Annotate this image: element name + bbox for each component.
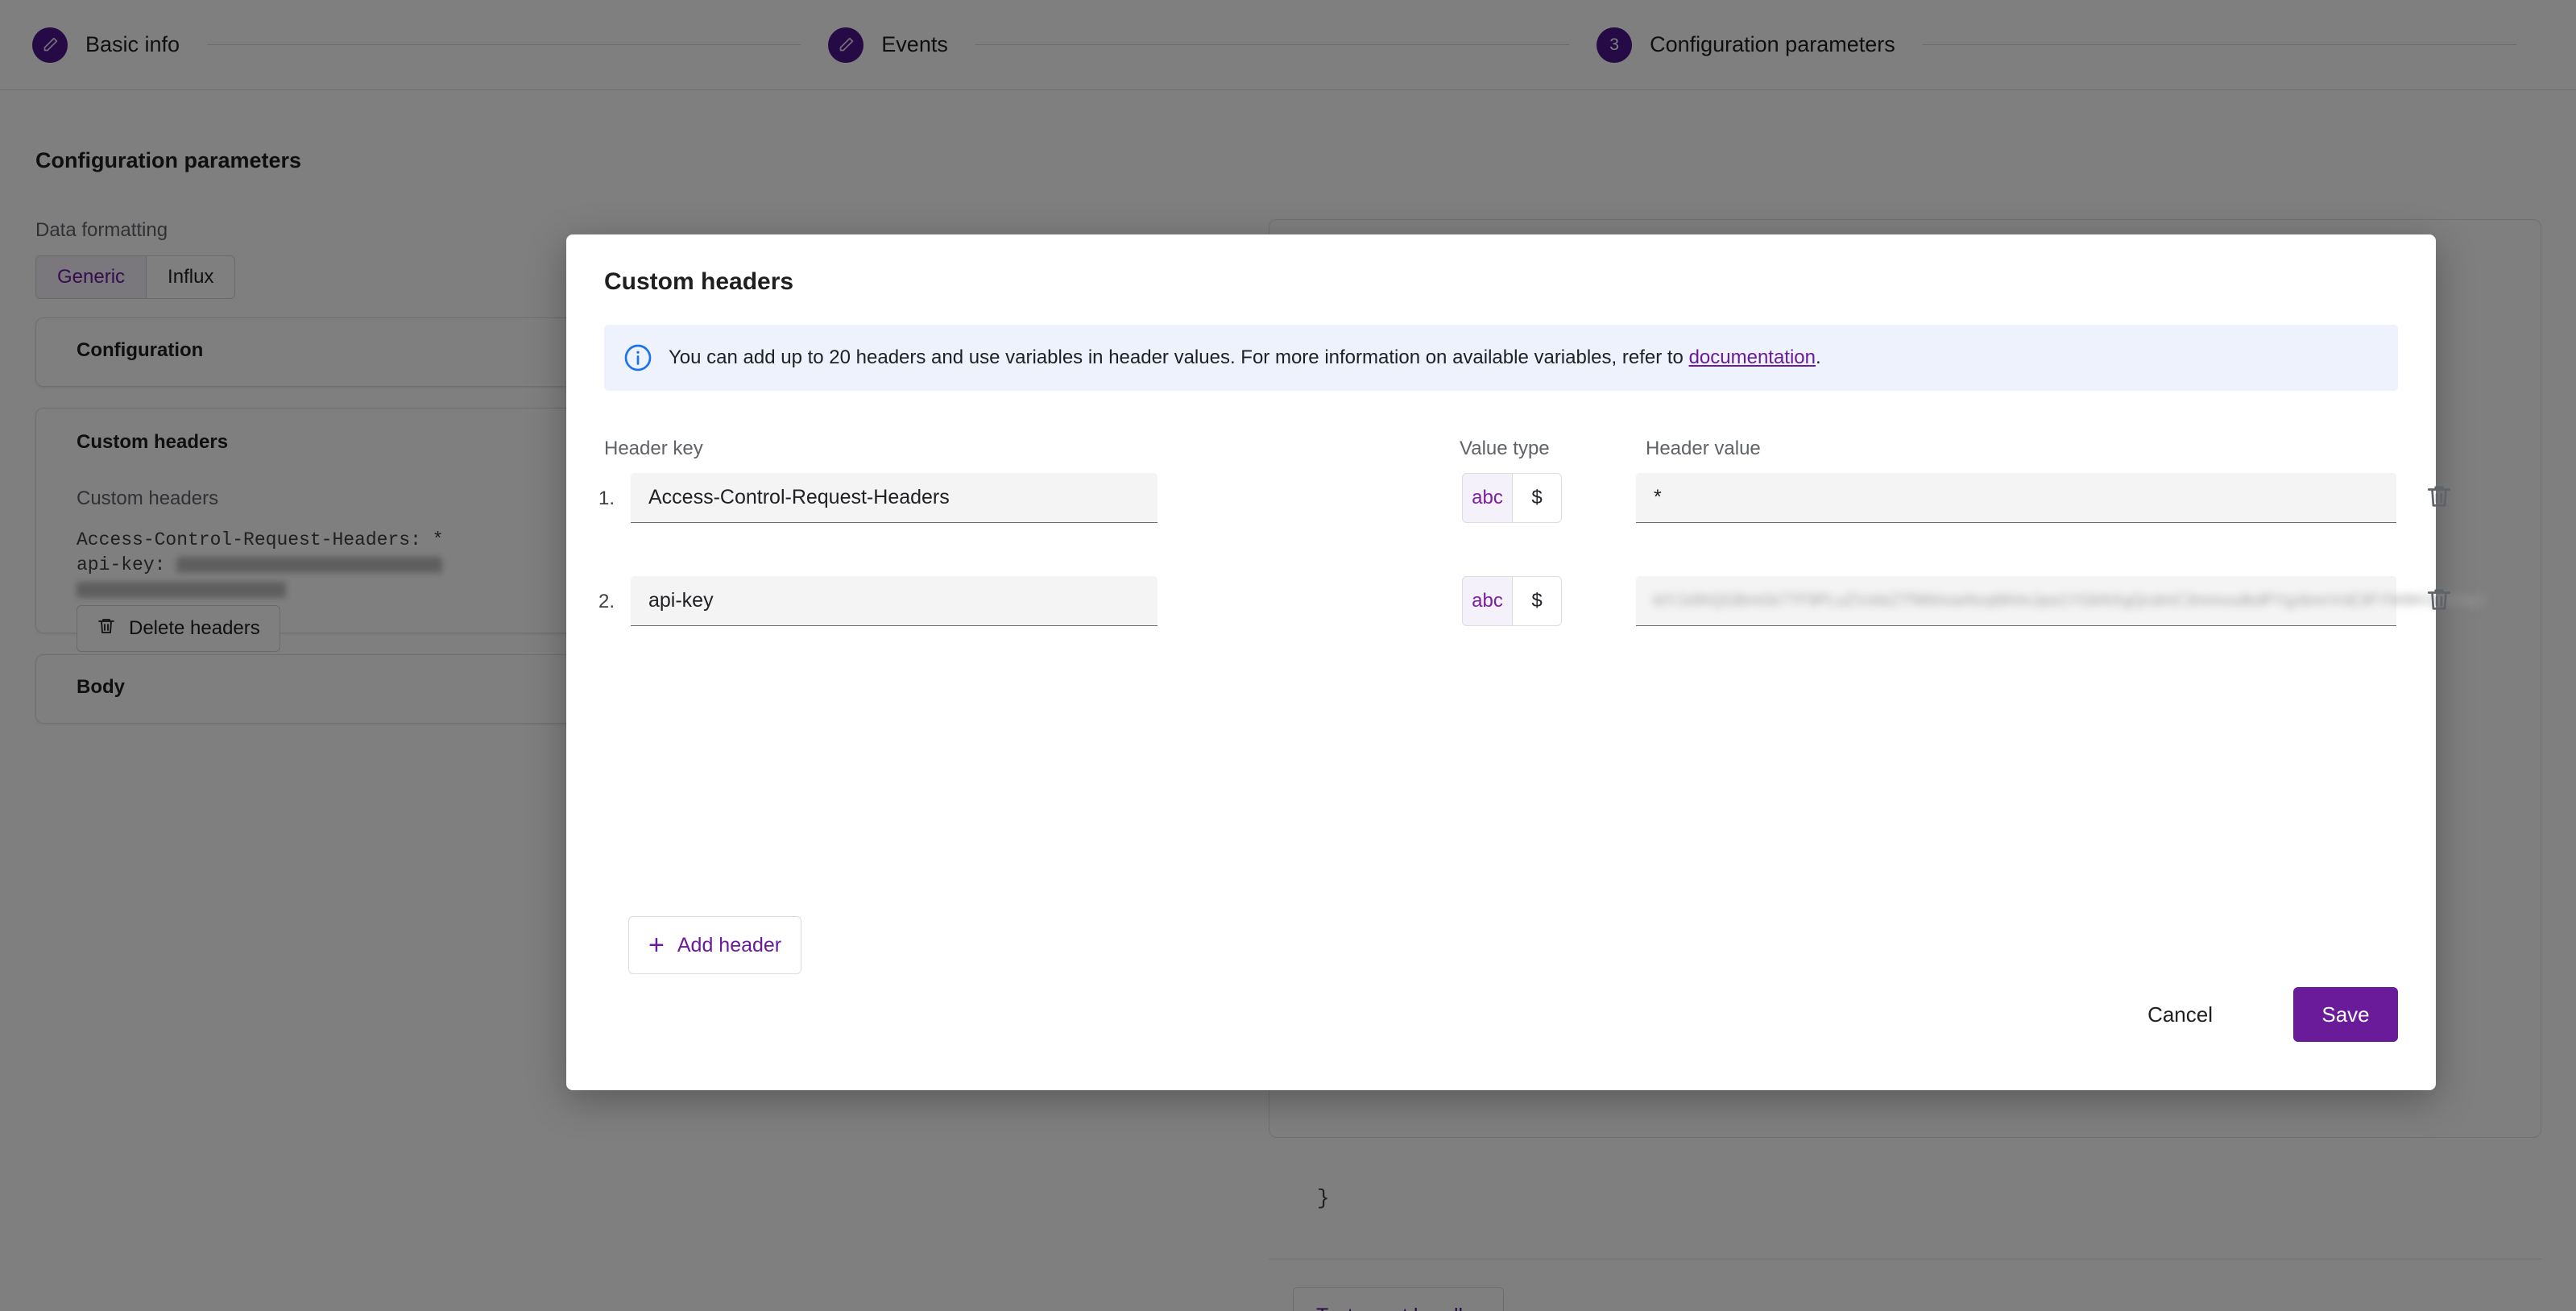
- info-icon: [623, 343, 652, 372]
- step-connector-3: [1922, 44, 2516, 45]
- custom-headers-dialog: Custom headers You can add up to 20 head…: [566, 234, 2485, 1090]
- documentation-link[interactable]: documentation: [1689, 346, 1816, 368]
- json-closing-brace: }: [1317, 1186, 1330, 1210]
- body-card-title: Body: [77, 676, 125, 698]
- data-formatting-label: Data formatting: [35, 219, 168, 241]
- info-text-before: You can add up to 20 headers and use var…: [669, 346, 1689, 368]
- page-title: Configuration parameters: [35, 148, 302, 172]
- step-events[interactable]: Events: [828, 27, 948, 63]
- row-index: 1.: [598, 487, 615, 509]
- step-events-label: Events: [881, 32, 948, 56]
- page-root: Configuration parameters Data formatting…: [0, 0, 2576, 1311]
- delete-row-button[interactable]: [2419, 581, 2459, 621]
- header-row: 2. api-key abc $ ktYJz6hQGBmGk7TF9PLuZVz…: [566, 576, 2485, 626]
- dialog-footer: Cancel Save: [566, 982, 2436, 1047]
- header-rows: 1. Access-Control-Request-Headers abc $ …: [566, 473, 2485, 679]
- column-header-value-type: Value type: [1460, 438, 1550, 459]
- value-type-variable-option[interactable]: $: [1512, 576, 1562, 626]
- header-key-input[interactable]: Access-Control-Request-Headers: [631, 473, 1158, 523]
- plus-icon: +: [648, 930, 665, 960]
- delete-headers-button[interactable]: Delete headers: [77, 605, 280, 652]
- step-basic-info[interactable]: Basic info: [32, 27, 180, 63]
- trash-icon: [97, 616, 116, 641]
- header-key-input[interactable]: api-key: [631, 576, 1158, 626]
- header-value-input[interactable]: ktYJz6hQGBmGk7TF9PLuZVzkkZTfWkhswNvqMHmJ…: [1636, 576, 2485, 626]
- pencil-icon: [838, 36, 855, 53]
- dialog-title: Custom headers: [604, 268, 794, 295]
- header-row: 1. Access-Control-Request-Headers abc $ …: [566, 473, 2451, 523]
- step-basic-info-circle: [32, 27, 68, 63]
- delete-row-button[interactable]: [2419, 478, 2459, 518]
- info-text-after: .: [1816, 346, 1821, 368]
- column-header-key: Header key: [604, 438, 703, 459]
- trash-icon: [2425, 483, 2453, 514]
- step-basic-info-label: Basic info: [85, 32, 180, 56]
- column-headers: Header key Value type Header value: [566, 438, 2436, 465]
- info-banner: You can add up to 20 headers and use var…: [604, 325, 2398, 391]
- header-value-redacted: ktYJz6hQGBmGk7TF9PLuZVzkkZTfWkhswNvqMHmJ…: [1654, 591, 2486, 609]
- step-configuration-parameters[interactable]: 3 Configuration parameters: [1597, 27, 1895, 63]
- configuration-card-title: Configuration: [77, 339, 204, 361]
- custom-headers-card-subtitle: Custom headers: [77, 487, 219, 509]
- code-line-2-label: api-key:: [77, 554, 166, 576]
- step-events-circle: [828, 27, 864, 63]
- add-header-button[interactable]: + Add header: [628, 916, 802, 974]
- value-type-text-option[interactable]: abc: [1462, 473, 1512, 523]
- row-index: 2.: [598, 591, 615, 612]
- info-banner-text: You can add up to 20 headers and use var…: [669, 346, 1821, 369]
- header-value-input[interactable]: *: [1636, 473, 2396, 523]
- step-configuration-parameters-circle: 3: [1597, 27, 1633, 63]
- code-line-2-redacted-value: xxxxxxxxxxxxxxxxxxxxxxxxxxxxxx: [176, 556, 443, 573]
- value-type-variable-option[interactable]: $: [1512, 473, 1562, 523]
- step-connector-2: [975, 44, 1570, 45]
- wizard-stepper: Basic info Events 3 Configuration parame…: [0, 0, 2576, 90]
- trash-icon: [2425, 586, 2453, 617]
- pencil-icon: [42, 36, 59, 53]
- delete-headers-button-label: Delete headers: [129, 617, 260, 639]
- add-header-button-label: Add header: [677, 933, 782, 956]
- custom-headers-card-title: Custom headers: [77, 431, 229, 453]
- step-configuration-parameters-label: Configuration parameters: [1650, 32, 1895, 56]
- format-option-generic[interactable]: Generic: [35, 255, 147, 299]
- cancel-button[interactable]: Cancel: [2125, 982, 2235, 1047]
- test-event-handler-button[interactable]: Test event handler: [1293, 1287, 1505, 1311]
- value-type-toggle[interactable]: abc $: [1462, 576, 1562, 626]
- column-header-value: Header value: [1646, 438, 1761, 459]
- save-button[interactable]: Save: [2293, 987, 2398, 1042]
- value-type-toggle[interactable]: abc $: [1462, 473, 1562, 523]
- code-line-3-redacted-value: xxxxxxxxxxxxxxxxxxxxxx: [77, 582, 286, 599]
- value-type-text-option[interactable]: abc: [1462, 576, 1512, 626]
- format-option-influx[interactable]: Influx: [146, 255, 236, 299]
- data-formatting-toggle[interactable]: Generic Influx: [35, 255, 236, 299]
- step-connector-1: [207, 44, 801, 45]
